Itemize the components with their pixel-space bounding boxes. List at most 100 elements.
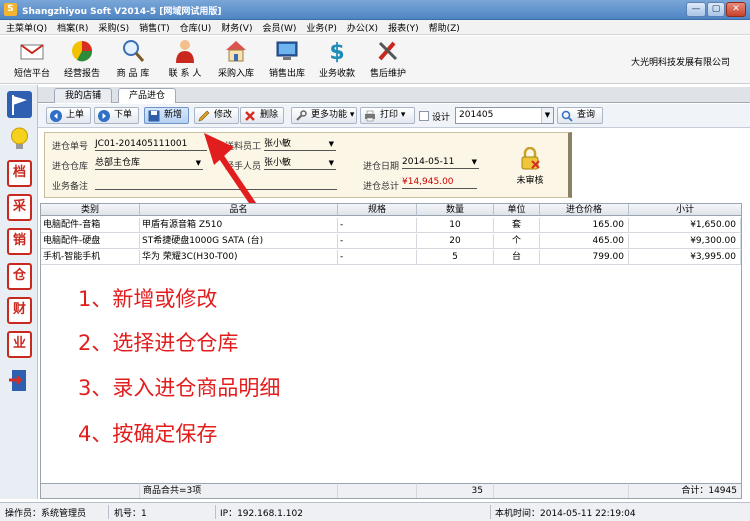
menu-item-help[interactable]: 帮助(Z) <box>429 21 460 34</box>
tab-product-inbound[interactable]: 产品进仓 <box>118 88 177 103</box>
delete-button[interactable]: 删除 <box>240 107 284 124</box>
sidebar-item-warehouse[interactable]: 仓 <box>7 263 32 290</box>
date-label: 进仓日期 <box>363 162 400 172</box>
annotation-step-3: 3、录入进仓商品明细 <box>78 376 281 400</box>
table-cell[interactable]: ¥3,995.00 <box>629 250 741 265</box>
sidebar-item-business[interactable]: 业 <box>7 331 32 358</box>
table-cell[interactable]: 台 <box>494 250 540 265</box>
edit-button[interactable]: 修改 <box>194 107 239 124</box>
lock-icon <box>521 147 540 170</box>
col-header-unit[interactable]: 单位 <box>494 204 540 216</box>
sales-outbound-button[interactable]: 销售出库 <box>262 38 312 82</box>
table-cell[interactable]: ¥1,650.00 <box>629 218 741 233</box>
menu-item-purchase[interactable]: 采购(S) <box>98 21 129 34</box>
more-functions-button[interactable]: 更多功能 ▾ <box>291 107 357 124</box>
date-field[interactable]: 2014-05-11 ▼ <box>402 156 479 169</box>
design-label: 设计 <box>432 113 451 123</box>
order-no-field[interactable]: JC01-201405111001 <box>95 138 207 151</box>
menu-item-sales[interactable]: 销售(T) <box>139 21 170 34</box>
sidebar-item-sales[interactable]: 销 <box>7 228 32 255</box>
col-header-product-name[interactable]: 品名 <box>140 204 338 216</box>
product-library-button[interactable]: 商 品 库 <box>108 38 158 82</box>
status-divider <box>215 505 216 519</box>
table-cell[interactable]: - <box>338 234 417 249</box>
menu-item-archive[interactable]: 档案(R) <box>57 21 88 34</box>
table-cell[interactable]: 电脑配件-硬盘 <box>41 234 140 249</box>
footer-grand-total: 合计：14945 <box>629 483 741 498</box>
maximize-button[interactable]: ▢ <box>707 2 725 17</box>
status-time: 本机时间：2014-05-11 22:19:04 <box>495 509 636 519</box>
col-header-quantity[interactable]: 数量 <box>417 204 494 216</box>
table-cell[interactable]: 个 <box>494 234 540 249</box>
menu-item-business[interactable]: 业务(P) <box>306 21 336 34</box>
table-cell[interactable]: 甲盾有源音箱 Z510 <box>140 218 338 233</box>
query-button[interactable]: 查询 <box>557 107 603 124</box>
tab-my-store[interactable]: 我的店铺 <box>54 88 113 103</box>
table-cell[interactable]: ST希捷硬盘1000G SATA (台) <box>140 234 338 249</box>
main-toolbar: 短信平台 经营报告 商 品 库 联 系 人 采购入库 销售出库 $ 业务收款 售… <box>0 36 750 84</box>
table-cell[interactable]: 手机-智能手机 <box>41 250 140 265</box>
table-cell[interactable]: - <box>338 250 417 265</box>
chevron-down-icon: ▼ <box>541 108 553 123</box>
pencil-icon <box>198 110 210 122</box>
sms-platform-button[interactable]: 短信平台 <box>7 38 57 82</box>
menu-item-office[interactable]: 办公(X) <box>347 21 378 34</box>
table-cell[interactable]: 799.00 <box>540 250 629 265</box>
minimize-button[interactable]: — <box>686 2 706 17</box>
svg-text:$: $ <box>329 40 344 64</box>
chevron-down-icon: ▼ <box>328 159 334 167</box>
col-header-spec[interactable]: 规格 <box>338 204 417 216</box>
status-bar: 操作员：系统管理员 机号：1 IP：192.168.1.102 本机时间：201… <box>0 502 750 521</box>
magnifier-icon <box>123 40 145 62</box>
business-receipt-button[interactable]: $ 业务收款 <box>312 38 362 82</box>
menu-bar: 主菜单(Q) 档案(R) 采购(S) 销售(T) 仓库(U) 财务(V) 会员(… <box>0 20 750 35</box>
after-sales-button[interactable]: 售后维护 <box>363 38 413 82</box>
exit-icon[interactable] <box>7 367 32 394</box>
business-report-button[interactable]: 经营报告 <box>57 38 107 82</box>
annotation-step-4: 4、按确定保存 <box>78 422 218 446</box>
annotation-step-2: 2、选择进仓仓库 <box>78 331 239 355</box>
next-button[interactable]: 下单 <box>94 107 139 124</box>
bulb-icon[interactable] <box>7 125 32 152</box>
menu-item-warehouse[interactable]: 仓库(U) <box>180 21 212 34</box>
purchase-inbound-button[interactable]: 采购入库 <box>211 38 261 82</box>
col-header-subtotal[interactable]: 小计 <box>629 204 741 216</box>
arrow-right-icon <box>98 110 110 122</box>
close-button[interactable]: ✕ <box>726 2 746 17</box>
col-header-category[interactable]: 类别 <box>41 204 140 216</box>
prev-button[interactable]: 上单 <box>46 107 91 124</box>
menu-item-finance[interactable]: 财务(V) <box>221 21 252 34</box>
footer-blank <box>338 483 417 498</box>
company-name: 大光明科技发展有限公司 <box>630 58 730 68</box>
print-button[interactable]: 打印 ▾ <box>360 107 415 124</box>
table-cell[interactable]: - <box>338 218 417 233</box>
sidebar-item-archive[interactable]: 档 <box>7 160 32 187</box>
inbound-form: 进仓单号 JC01-201405111001 送料员工 张小敏 ▼ 进仓仓库 总部… <box>44 132 572 198</box>
table-cell[interactable]: 10 <box>417 218 494 233</box>
table-cell[interactable]: 华为 荣耀3C(H30-T00) <box>140 250 338 265</box>
menu-item-main[interactable]: 主菜单(Q) <box>6 21 47 34</box>
warehouse-select[interactable]: 总部主仓库 ▼ <box>95 157 203 170</box>
period-select[interactable]: 201405 ▼ <box>455 107 554 124</box>
col-header-price[interactable]: 进仓价格 <box>540 204 629 216</box>
menu-item-report[interactable]: 报表(Y) <box>388 21 419 34</box>
sidebar-item-finance[interactable]: 财 <box>7 297 32 324</box>
table-cell[interactable]: 165.00 <box>540 218 629 233</box>
person-icon <box>176 40 194 63</box>
table-cell[interactable]: 套 <box>494 218 540 233</box>
new-button[interactable]: 新增 <box>144 107 189 124</box>
table-cell[interactable]: 电脑配件-音箱 <box>41 218 140 233</box>
tools-icon <box>378 41 398 61</box>
table-cell[interactable]: 465.00 <box>540 234 629 249</box>
sidebar-item-purchase[interactable]: 采 <box>7 194 32 221</box>
table-cell[interactable]: ¥9,300.00 <box>629 234 741 249</box>
table-cell[interactable]: 5 <box>417 250 494 265</box>
total-value: ¥14,945.00 <box>402 176 477 189</box>
menu-item-member[interactable]: 会员(W) <box>262 21 296 34</box>
action-toolbar: 上单 下单 新增 修改 删除 更多功能 ▾ 打印 ▾ 设计 201405 ▼ 查… <box>38 104 750 128</box>
flag-icon[interactable] <box>7 91 32 118</box>
table-cell[interactable]: 20 <box>417 234 494 249</box>
design-checkbox[interactable] <box>419 111 429 121</box>
contacts-button[interactable]: 联 系 人 <box>160 38 210 82</box>
audit-status[interactable]: 未审核 <box>510 147 550 186</box>
